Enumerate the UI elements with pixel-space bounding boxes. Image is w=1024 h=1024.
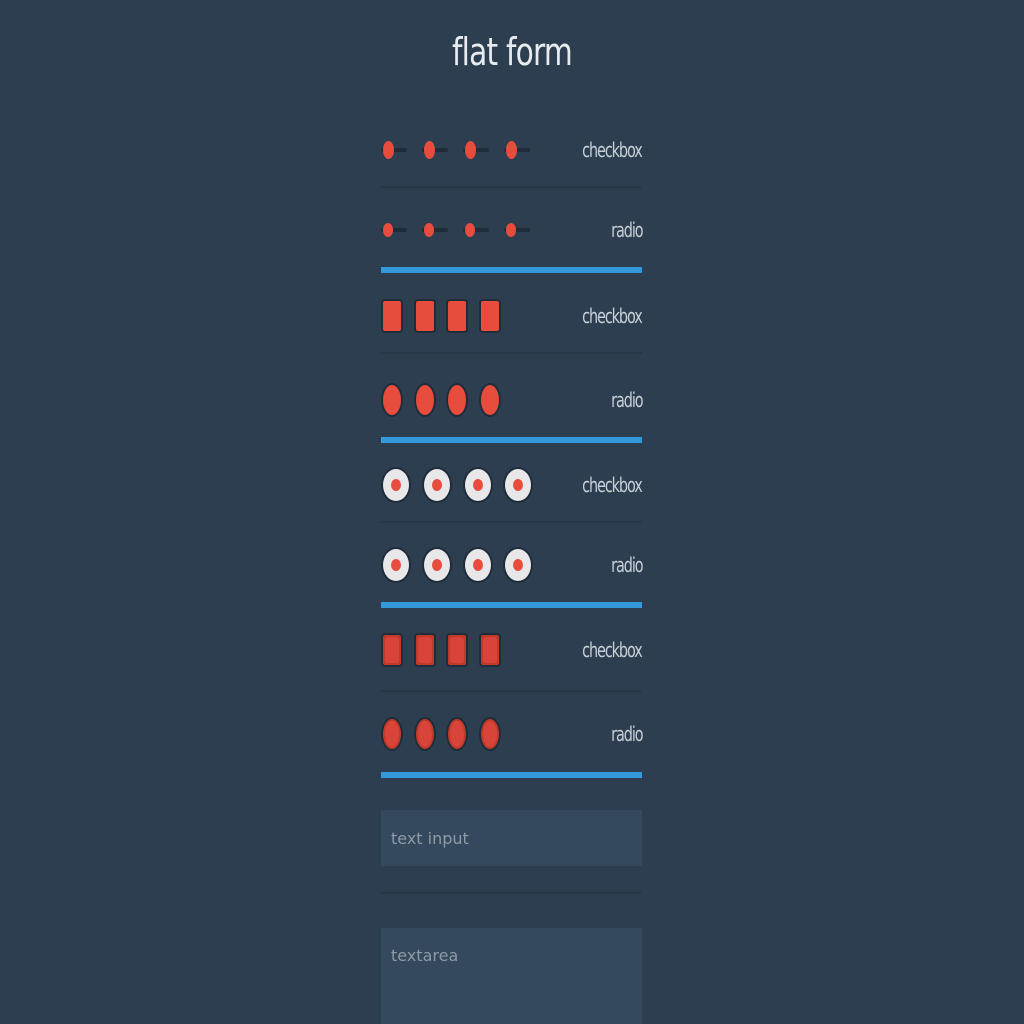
toggle-knob	[424, 223, 434, 237]
radio-button[interactable]	[381, 383, 403, 417]
page-title: flat form	[452, 30, 573, 74]
toggle-knob	[506, 223, 516, 237]
check-dot-icon	[391, 479, 401, 491]
checkbox[interactable]	[381, 299, 403, 333]
toggle-knob	[465, 223, 475, 237]
row-label: checkbox	[582, 138, 643, 162]
row-label: radio	[610, 218, 643, 242]
radio-toggle[interactable]	[381, 223, 407, 237]
row-label: checkbox	[582, 638, 643, 662]
checkbox[interactable]	[463, 467, 493, 503]
checkbox[interactable]	[381, 633, 403, 667]
radio-dot-icon	[513, 559, 523, 571]
check-dot-icon	[513, 479, 523, 491]
radio-button[interactable]	[381, 717, 403, 751]
checkbox[interactable]	[503, 467, 533, 503]
row-divider	[381, 690, 642, 692]
toggle-knob	[383, 141, 394, 159]
toggle-knob	[506, 141, 517, 159]
radio-button[interactable]	[446, 717, 468, 751]
checkbox[interactable]	[479, 633, 501, 667]
checkbox[interactable]	[422, 467, 452, 503]
textarea[interactable]	[381, 928, 642, 1024]
row-divider	[381, 892, 642, 894]
radio-button[interactable]	[422, 547, 452, 583]
radio-button[interactable]	[479, 383, 501, 417]
radio-button[interactable]	[463, 547, 493, 583]
flat-form-page: flat form checkbox radio checkbox radio …	[0, 0, 1024, 1024]
toggle-knob	[424, 141, 435, 159]
row-label: checkbox	[582, 473, 643, 497]
checkbox[interactable]	[479, 299, 501, 333]
radio-row-light: radio	[381, 545, 643, 585]
row-label: radio	[610, 388, 643, 412]
radio-button[interactable]	[414, 383, 436, 417]
row-divider	[381, 521, 642, 523]
checkbox-toggle[interactable]	[463, 141, 489, 159]
toggle-knob	[383, 223, 393, 237]
row-label: radio	[610, 553, 643, 577]
group-divider	[381, 437, 642, 443]
checkbox[interactable]	[446, 299, 468, 333]
text-input[interactable]	[381, 810, 642, 866]
radio-toggle[interactable]	[422, 223, 448, 237]
checkbox[interactable]	[446, 633, 468, 667]
row-divider	[381, 352, 642, 354]
radio-button[interactable]	[446, 383, 468, 417]
row-label: checkbox	[582, 304, 643, 328]
row-divider	[381, 186, 642, 188]
checkbox[interactable]	[414, 299, 436, 333]
checkbox-row-dark: checkbox	[381, 630, 643, 670]
checkbox-toggle[interactable]	[504, 141, 530, 159]
group-divider	[381, 772, 642, 778]
radio-button[interactable]	[503, 547, 533, 583]
checkbox-toggle[interactable]	[422, 141, 448, 159]
row-label: radio	[610, 722, 643, 746]
checkbox[interactable]	[414, 633, 436, 667]
check-dot-icon	[473, 479, 483, 491]
radio-toggle[interactable]	[504, 223, 530, 237]
radio-row-solid: radio	[381, 380, 643, 420]
radio-toggle[interactable]	[463, 223, 489, 237]
checkbox-row-solid: checkbox	[381, 296, 643, 336]
radio-dot-icon	[432, 559, 442, 571]
checkbox-row-slider: checkbox	[381, 130, 643, 170]
radio-button[interactable]	[381, 547, 411, 583]
checkbox-toggle[interactable]	[381, 141, 407, 159]
radio-dot-icon	[391, 559, 401, 571]
group-divider	[381, 602, 642, 608]
radio-button[interactable]	[479, 717, 501, 751]
group-divider	[381, 267, 642, 273]
radio-dot-icon	[473, 559, 483, 571]
checkbox-row-light: checkbox	[381, 465, 643, 505]
check-dot-icon	[432, 479, 442, 491]
radio-row-dark: radio	[381, 714, 643, 754]
toggle-knob	[465, 141, 476, 159]
checkbox[interactable]	[381, 467, 411, 503]
radio-row-slider: radio	[381, 210, 643, 250]
radio-button[interactable]	[414, 717, 436, 751]
